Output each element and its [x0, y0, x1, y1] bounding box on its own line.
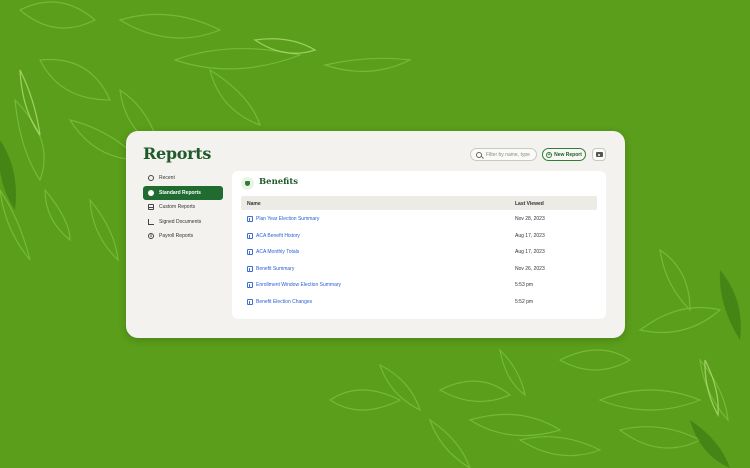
sidebar-item-standard-reports[interactable]: Standard Reports: [143, 185, 223, 200]
report-icon: [247, 249, 253, 256]
sidebar-item-custom-reports[interactable]: Custom Reports: [143, 200, 223, 214]
table-row[interactable]: Benefit Summary Nov 26, 2023: [241, 261, 597, 278]
report-link[interactable]: ACA Monthly Totals: [256, 249, 299, 255]
panel-title: Benefits: [259, 177, 299, 187]
last-viewed: Nov 26, 2023: [515, 265, 545, 272]
plus-icon: +: [546, 151, 553, 158]
last-viewed: 5:52 pm: [515, 298, 534, 305]
sidebar-item-recent[interactable]: Recent: [143, 171, 223, 185]
table-row[interactable]: ACA Benefit History Aug 17, 2023: [241, 228, 597, 245]
column-header-last-viewed[interactable]: Last Viewed: [515, 201, 544, 207]
table-row[interactable]: Enrollment Window Election Summary 5:53 …: [241, 277, 597, 294]
table-row[interactable]: Benefit Election Changes 5:52 pm: [241, 294, 597, 311]
search-placeholder: Filter by name, type: [486, 151, 530, 158]
sidebar-item-signed-documents[interactable]: Signed Documents: [143, 215, 223, 229]
clock-icon: [148, 175, 154, 181]
shield-icon: [245, 181, 250, 186]
report-icon: [247, 216, 253, 222]
report-link[interactable]: ACA Benefit History: [256, 233, 300, 239]
sidebar-item-label: Recent: [159, 175, 175, 181]
new-report-label: New Report: [554, 151, 582, 158]
camera-button[interactable]: [592, 148, 606, 161]
sidebar: Recent Standard Reports Custom Reports S…: [143, 171, 223, 244]
report-icon: [247, 298, 253, 305]
column-header-name[interactable]: Name: [247, 201, 261, 207]
report-link[interactable]: Plan Year Election Summary: [256, 216, 319, 222]
signal-icon: [148, 218, 154, 225]
report-icon: [247, 265, 253, 272]
table-header: Name Last Viewed: [241, 196, 597, 210]
camera-icon: [595, 152, 603, 157]
report-link[interactable]: Enrollment Window Election Summary: [256, 282, 341, 288]
benefits-icon-badge: [241, 177, 254, 190]
last-viewed: Aug 17, 2023: [515, 249, 545, 256]
new-report-button[interactable]: + New Report: [542, 148, 586, 161]
benefits-panel: Benefits Name Last Viewed Plan Year Elec…: [232, 171, 606, 319]
table-row[interactable]: ACA Monthly Totals Aug 17, 2023: [241, 244, 597, 261]
sidebar-item-label: Standard Reports: [159, 189, 201, 196]
search-icon: [476, 151, 482, 158]
dollar-icon: $: [148, 233, 154, 239]
sidebar-item-label: Payroll Reports: [159, 233, 194, 239]
report-table: Plan Year Election Summary Nov 28, 2023 …: [241, 211, 597, 311]
report-link[interactable]: Benefit Election Changes: [256, 299, 312, 305]
reports-window: Reports Filter by name, type + New Repor…: [126, 131, 625, 338]
table-icon: [148, 204, 154, 210]
report-icon: [247, 232, 253, 239]
sidebar-item-label: Signed Documents: [159, 218, 202, 225]
search-input[interactable]: Filter by name, type: [470, 148, 537, 161]
last-viewed: Nov 28, 2023: [515, 216, 545, 222]
page-title: Reports: [143, 144, 212, 163]
last-viewed: Aug 17, 2023: [515, 232, 545, 239]
table-row[interactable]: Plan Year Election Summary Nov 28, 2023: [241, 211, 597, 228]
last-viewed: 5:53 pm: [515, 282, 534, 289]
report-link[interactable]: Benefit Summary: [256, 266, 294, 272]
pie-chart-icon: [148, 189, 154, 196]
report-icon: [247, 282, 253, 289]
sidebar-item-payroll-reports[interactable]: $ Payroll Reports: [143, 229, 223, 243]
sidebar-item-label: Custom Reports: [159, 204, 196, 210]
